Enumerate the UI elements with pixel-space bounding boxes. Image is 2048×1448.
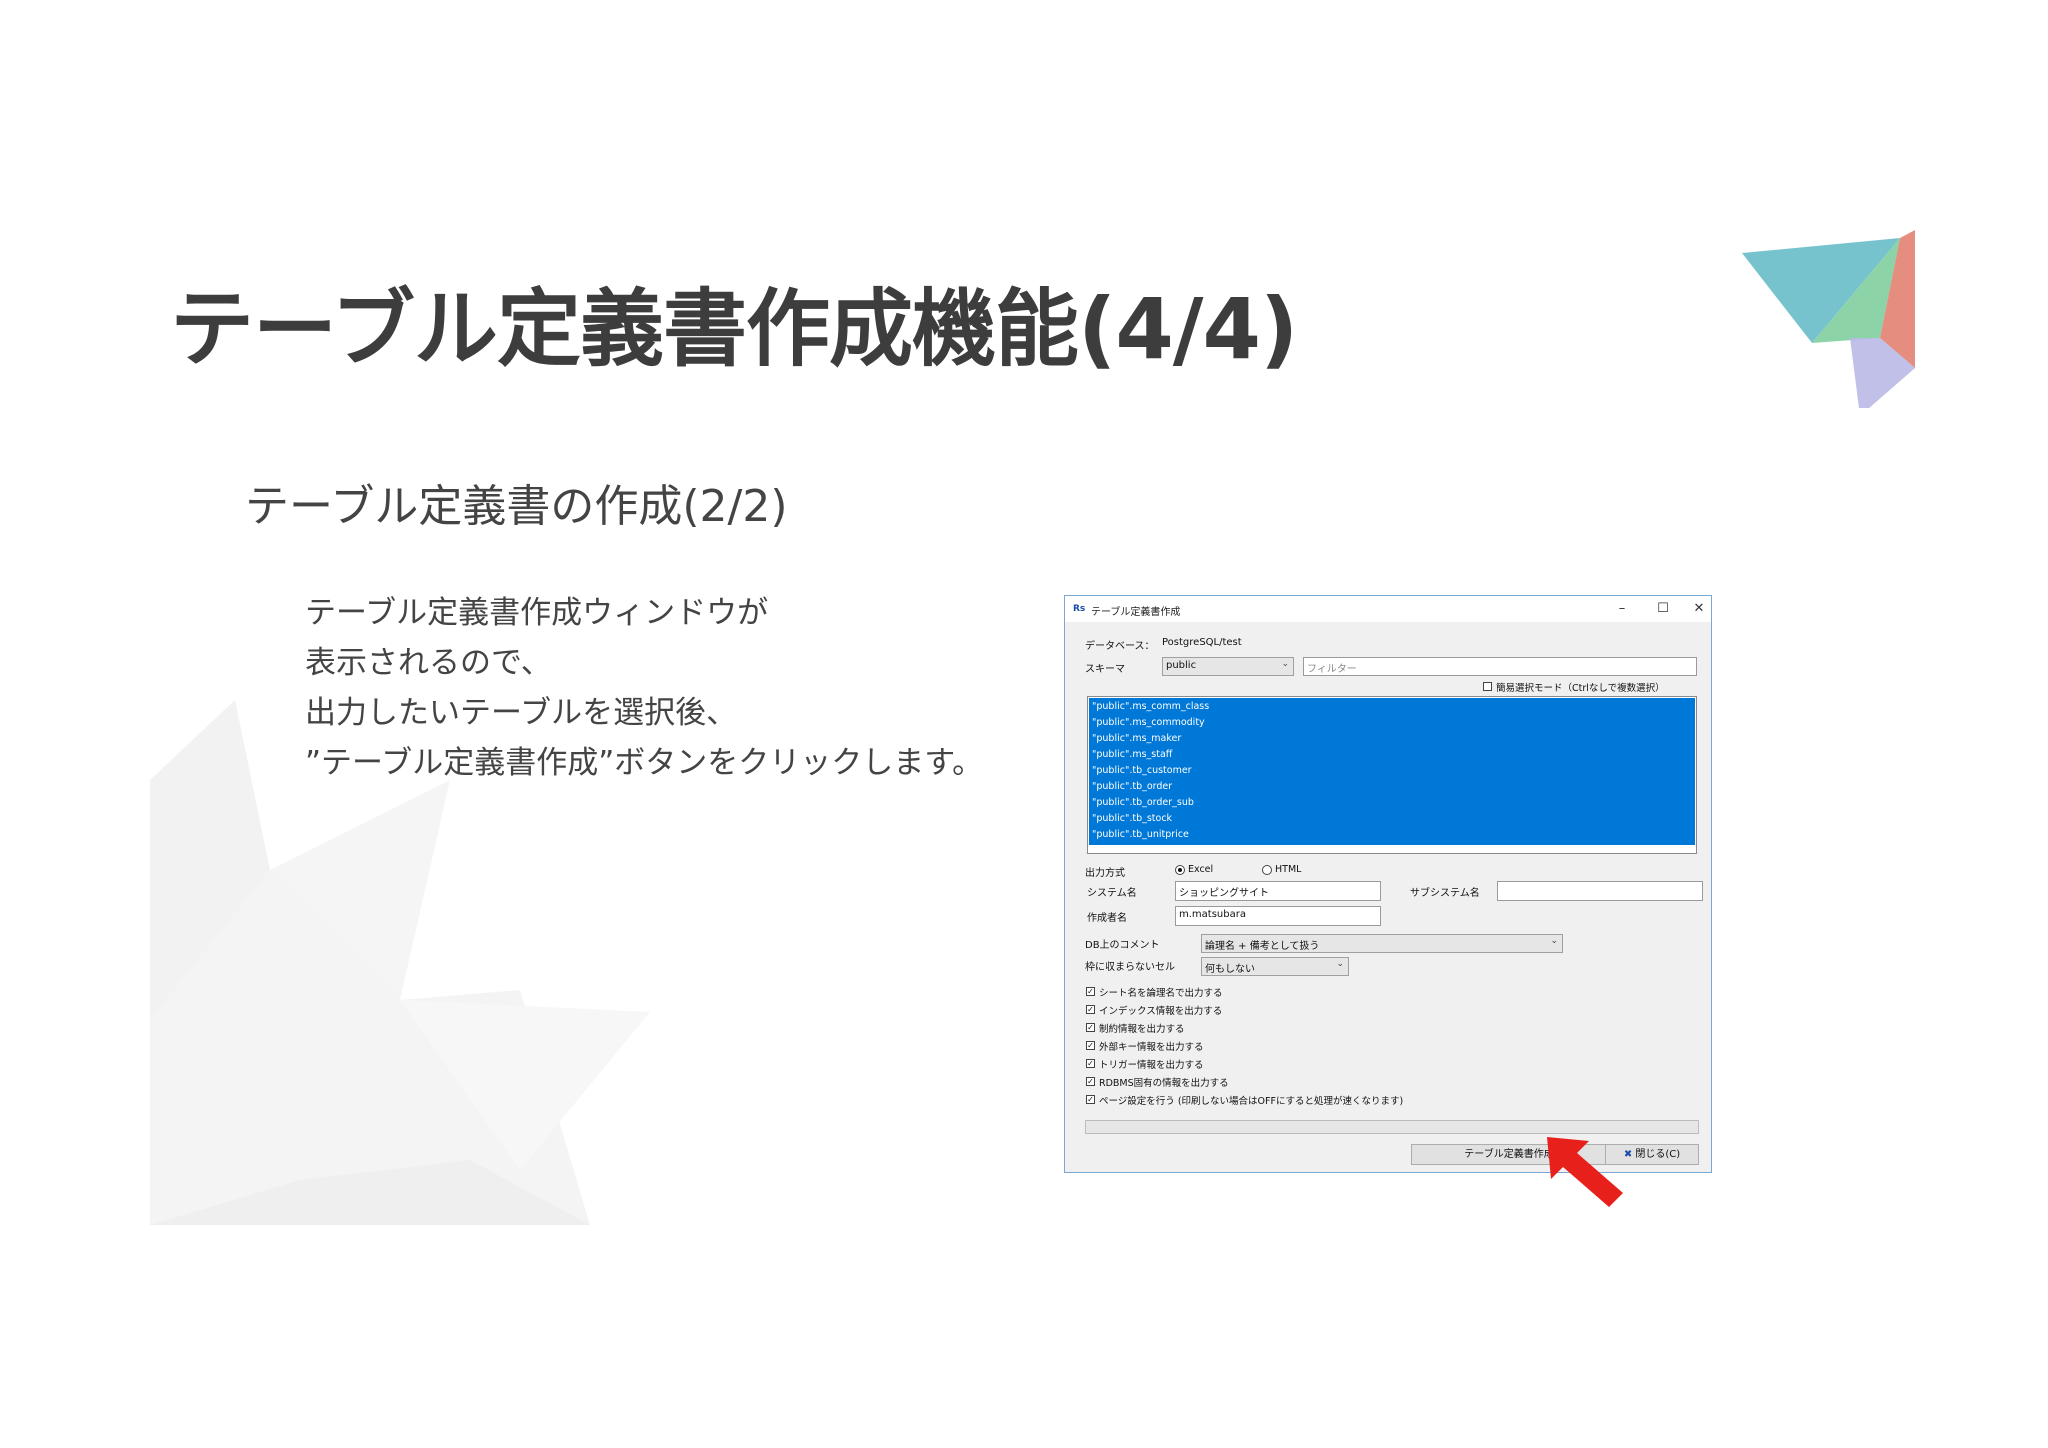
option-checkbox[interactable]: ✓ (1086, 987, 1095, 996)
overflow-cell-label: 枠に収まらないセル (1085, 962, 1175, 973)
table-list-item[interactable]: "public".tb_order_sub (1092, 795, 1692, 811)
system-name-label: システム名 (1087, 888, 1137, 899)
simple-mode-checkbox[interactable] (1483, 682, 1492, 691)
system-name-input[interactable]: ショッピングサイト (1175, 881, 1381, 901)
slide-body-text: テーブル定義書作成ウィンドウが 表示されるので、 出力したいテーブルを選択後、 … (305, 588, 983, 788)
body-line: ”テーブル定義書作成”ボタンをクリックします。 (305, 745, 984, 781)
option-checkbox[interactable]: ✓ (1086, 1023, 1095, 1032)
table-list-item[interactable]: "public".tb_order (1092, 779, 1692, 795)
chevron-down-icon: ⌄ (1550, 936, 1558, 946)
subsystem-name-label: サブシステム名 (1410, 888, 1480, 899)
db-comment-select[interactable]: 論理名 + 備考として扱う ⌄ (1201, 934, 1563, 953)
filter-input[interactable]: フィルター (1303, 657, 1697, 676)
author-label: 作成者名 (1087, 913, 1127, 924)
simple-mode-label: 簡易選択モード（Ctrlなしで複数選択） (1496, 683, 1665, 694)
option-checkbox[interactable]: ✓ (1086, 1041, 1095, 1050)
table-list-item[interactable]: "public".ms_staff (1092, 747, 1692, 763)
format-excel-label: Excel (1188, 864, 1214, 875)
format-html-label: HTML (1275, 864, 1302, 875)
table-list-selection: "public".ms_comm_class "public".ms_commo… (1089, 698, 1695, 845)
option-checkbox[interactable]: ✓ (1086, 1005, 1095, 1014)
table-list-item[interactable]: "public".ms_comm_class (1092, 699, 1692, 715)
db-comment-select-value: 論理名 + 備考として扱う (1205, 941, 1320, 952)
app-icon: Rs (1073, 604, 1086, 614)
minimize-button[interactable]: – (1605, 599, 1639, 619)
option-label: 外部キー情報を出力する (1099, 1042, 1204, 1053)
format-html-radio[interactable] (1262, 865, 1272, 875)
schema-select[interactable]: public ⌄ (1162, 657, 1294, 676)
table-list-item[interactable]: "public".tb_stock (1092, 811, 1692, 827)
table-list-item[interactable]: "public".ms_commodity (1092, 715, 1692, 731)
window-close-button[interactable]: ✕ (1687, 599, 1711, 619)
option-label: 制約情報を出力する (1099, 1024, 1185, 1035)
subsystem-name-input[interactable] (1497, 881, 1703, 901)
progress-bar (1085, 1120, 1699, 1134)
table-list-item[interactable]: "public".ms_maker (1092, 731, 1692, 747)
db-comment-label: DB上のコメント (1085, 940, 1160, 951)
body-line: 出力したいテーブルを選択後、 (305, 695, 738, 731)
dialog-title: テーブル定義書作成 (1091, 607, 1181, 618)
output-format-label: 出力方式 (1085, 868, 1125, 879)
close-button-label: 閉じる(C) (1635, 1149, 1681, 1160)
option-checkbox[interactable]: ✓ (1086, 1077, 1095, 1086)
option-label: トリガー情報を出力する (1099, 1060, 1204, 1071)
table-list[interactable]: "public".ms_comm_class "public".ms_commo… (1087, 696, 1697, 854)
table-list-item[interactable]: "public".tb_customer (1092, 763, 1692, 779)
option-label: RDBMS固有の情報を出力する (1099, 1078, 1229, 1089)
body-line: 表示されるので、 (305, 645, 552, 681)
database-label: データベース： (1085, 641, 1155, 652)
table-list-item[interactable]: "public".tb_unitprice (1092, 827, 1692, 843)
red-pointer-arrow-icon (1547, 1137, 1623, 1207)
overflow-cell-select-value: 何もしない (1205, 964, 1255, 975)
slide-title: テーブル定義書作成機能(4/4) (170, 280, 1298, 378)
option-label: ページ設定を行う (印刷しない場合はOFFにすると処理が速くなります) (1099, 1096, 1404, 1107)
schema-label: スキーマ (1085, 664, 1125, 675)
option-checkbox[interactable]: ✓ (1086, 1059, 1095, 1068)
dialog-titlebar: Rs テーブル定義書作成 – ☐ ✕ (1065, 596, 1711, 622)
body-line: テーブル定義書作成ウィンドウが (305, 595, 769, 631)
author-input[interactable]: m.matsubara (1175, 906, 1381, 926)
overflow-cell-select[interactable]: 何もしない ⌄ (1201, 957, 1349, 976)
close-x-icon: ✖ (1623, 1149, 1633, 1160)
option-label: インデックス情報を出力する (1099, 1006, 1223, 1017)
database-value: PostgreSQL/test (1162, 637, 1242, 648)
chevron-down-icon: ⌄ (1336, 959, 1344, 969)
table-definition-dialog: Rs テーブル定義書作成 – ☐ ✕ データベース： PostgreSQL/te… (1064, 595, 1712, 1173)
option-checkbox[interactable]: ✓ (1086, 1095, 1095, 1104)
option-label: シート名を論理名で出力する (1099, 988, 1223, 999)
maximize-button[interactable]: ☐ (1646, 599, 1680, 619)
format-excel-radio[interactable] (1175, 865, 1185, 875)
slide-subtitle: テーブル定義書の作成(2/2) (245, 481, 788, 532)
company-logo (1742, 230, 1915, 408)
chevron-down-icon: ⌄ (1281, 659, 1289, 669)
schema-select-value: public (1166, 660, 1197, 671)
